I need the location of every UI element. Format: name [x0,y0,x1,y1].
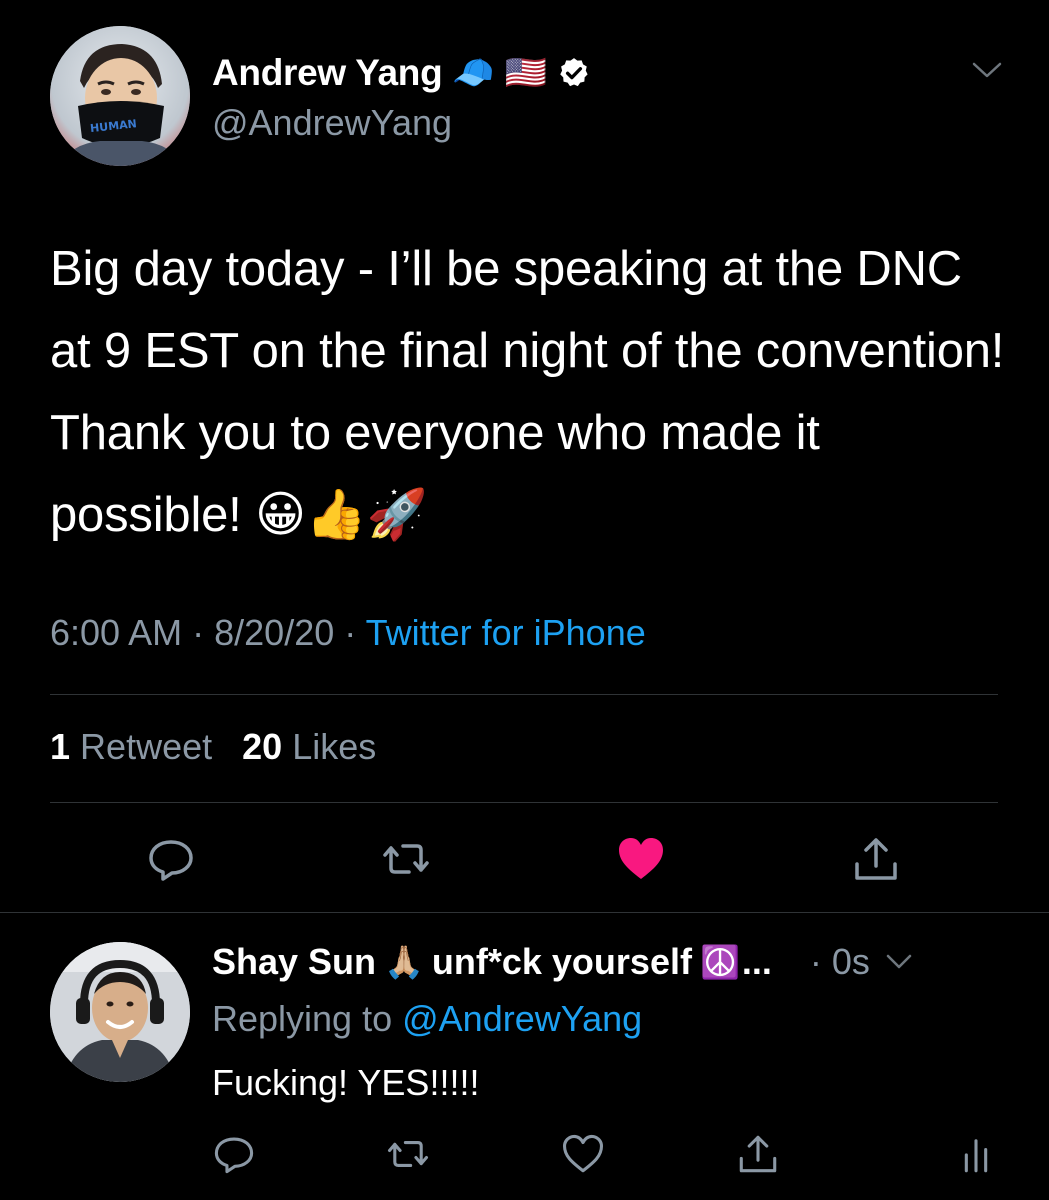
reply-icon[interactable] [146,834,196,884]
chevron-down-icon[interactable] [884,951,914,973]
tweet-meta: 6:00 AM · 8/20/20 · Twitter for iPhone [50,612,646,654]
tweet-date: 8/20/20 [214,612,335,653]
reply-author-avatar[interactable] [50,942,190,1082]
tweet-text: Big day today - I’ll be speaking at the … [50,242,1005,542]
author-avatar[interactable]: HUMAN [50,26,190,166]
like-heart-icon[interactable] [616,834,666,884]
divider [50,694,998,695]
tweet-stats: 1 Retweet 20 Likes [50,726,376,768]
divider [50,802,998,803]
peace-symbol-emoji: ☮️ [699,944,740,980]
divider [0,912,1049,913]
like-heart-outline-icon[interactable] [561,1132,605,1176]
retweet-label: Retweet [80,726,213,767]
replying-to: Replying to @AndrewYang [212,998,642,1040]
share-icon[interactable] [851,834,901,884]
verified-badge-icon [560,58,588,87]
meta-separator: · [344,612,357,653]
replying-prefix: Replying to [212,998,393,1039]
retweet-stat[interactable]: 1 Retweet [50,726,212,767]
like-count: 20 [242,726,283,767]
folded-hands-emoji: 🙏🏼 [384,944,424,980]
us-flag-emoji: 🇺🇸 [504,54,548,92]
reply-author-name-row[interactable]: Shay Sun 🙏🏼 unf*ck yourself ☮️ ... · 0s [212,936,914,988]
like-stat[interactable]: 20 Likes [242,726,376,767]
replying-handle-link[interactable]: @AndrewYang [402,998,642,1039]
retweet-icon[interactable] [381,834,431,884]
analytics-icon[interactable] [954,1132,998,1176]
author-name[interactable]: Andrew Yang [212,52,443,94]
reply-icon[interactable] [212,1132,256,1176]
avatar-image: HUMAN [50,26,190,166]
author-name-row[interactable]: Andrew Yang 🧢 🇺🇸 [212,48,591,98]
tweet-time: 6:00 AM [50,612,183,653]
chevron-down-icon[interactable] [970,58,1004,82]
retweet-count: 1 [50,726,71,767]
like-label: Likes [292,726,377,767]
name-ellipsis: ... [741,941,772,982]
reply-author-name[interactable]: Shay Sun [212,941,376,983]
share-icon[interactable] [736,1132,780,1176]
meta-separator: · [192,612,205,653]
cap-emoji: 🧢 [452,54,495,92]
retweet-icon[interactable] [386,1132,430,1176]
reply-text: Fucking! YES!!!!! [212,1062,480,1103]
tweet-source-link[interactable]: Twitter for iPhone [366,612,646,653]
author-handle[interactable]: @AndrewYang [212,102,452,144]
avatar-image [50,942,190,1082]
reply-author-name-suffix[interactable]: unf*ck yourself [432,941,692,983]
reply-timestamp[interactable]: · 0s [810,941,870,983]
